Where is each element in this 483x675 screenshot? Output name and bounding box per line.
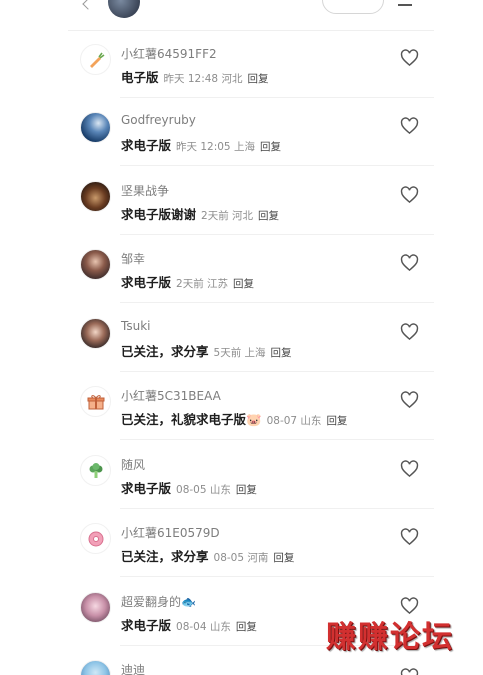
reply-link[interactable]: 回复 [247,71,268,86]
like-heart-icon[interactable] [400,391,419,409]
reply-link[interactable]: 回复 [260,139,281,154]
comment-text: 求电子版 [121,138,172,153]
like-heart-icon[interactable] [400,668,419,675]
comment-meta: 08-04 山东 [176,621,231,633]
comment-text: 求电子版 [121,481,172,496]
menu-icon[interactable] [398,4,412,6]
row-divider [120,576,434,577]
row-divider [120,302,434,303]
row-divider [120,165,434,166]
person-photo-avatar[interactable] [80,249,111,280]
cat-photo-avatar[interactable] [80,181,111,212]
comment-username[interactable]: 小红薯61E0579D [121,524,220,541]
reply-link[interactable]: 回复 [271,345,292,360]
comment-row: 邹幸 求电子版 2天前 江苏 回复 [0,235,483,303]
like-heart-icon[interactable] [400,323,419,341]
comment-meta: 5天前 上海 [213,347,266,359]
person-photo-avatar[interactable] [80,318,111,349]
comment-username[interactable]: 迪迪 [121,661,145,675]
reply-link[interactable]: 回复 [233,276,254,291]
comment-meta: 2天前 江苏 [176,278,229,290]
like-heart-icon[interactable] [400,186,419,204]
comment-text: 求电子版 [121,275,172,290]
comment-row: 坚果战争 求电子版谢谢 2天前 河北 回复 [0,167,483,235]
like-heart-icon[interactable] [400,254,419,272]
comment-username[interactable]: Godfreyruby [121,113,196,127]
comment-username[interactable]: 邹幸 [121,250,145,267]
comment-meta: 昨天 12:48 河北 [163,73,243,85]
comment-username[interactable]: 超爱翻身的🐟 [121,593,196,610]
back-icon[interactable] [82,0,94,10]
comment-text: 求电子版 [121,618,172,633]
top-partial-header [0,0,483,28]
comment-text: 求电子版谢谢 [121,207,197,222]
reply-link[interactable]: 回复 [236,482,257,497]
comment-username[interactable]: 随风 [121,456,145,473]
comment-row: 小红薯5C31BEAA 已关注，礼貌求电子版🐷 08-07 山东 回复 [0,372,483,440]
comment-username[interactable]: 小红薯64591FF2 [121,45,217,62]
comment-meta: 08-05 河南 [213,552,269,564]
reply-link[interactable]: 回复 [236,619,257,634]
like-heart-icon[interactable] [400,460,419,478]
follow-button[interactable] [322,0,384,14]
reply-link[interactable]: 回复 [258,208,279,223]
comment-row: Tsuki 已关注，求分享 5天前 上海 回复 [0,304,483,372]
like-heart-icon[interactable] [400,528,419,546]
comment-row: 小红薯64591FF2 电子版 昨天 12:48 河北 回复 [0,30,483,98]
comment-text: 已关注，礼貌求电子版🐷 [121,412,262,427]
cartoon-avatar[interactable] [80,660,111,675]
person-photo-avatar[interactable] [80,592,111,623]
comment-row: 随风 求电子版 08-05 山东 回复 [0,441,483,509]
comment-row: 小红薯61E0579D 已关注，求分享 08-05 河南 回复 [0,509,483,577]
carrot-icon[interactable] [80,44,111,75]
comment-row: Godfreyruby 求电子版 昨天 12:05 上海 回复 [0,98,483,166]
forum-watermark: 赚赚论坛 [326,620,454,655]
reply-link[interactable]: 回复 [273,550,294,565]
author-avatar[interactable] [108,0,140,18]
like-heart-icon[interactable] [400,117,419,135]
comment-meta: 08-05 山东 [176,484,231,496]
row-divider [120,439,434,440]
comment-text: 已关注，求分享 [121,344,209,359]
donut-icon[interactable] [80,523,111,554]
comment-username[interactable]: Tsuki [121,319,150,333]
comment-text: 已关注，求分享 [121,549,209,564]
comment-username[interactable]: 坚果战争 [121,182,169,199]
like-heart-icon[interactable] [400,49,419,67]
reply-link[interactable]: 回复 [326,413,347,428]
comment-text: 电子版 [121,70,159,85]
comment-username[interactable]: 小红薯5C31BEAA [121,387,221,404]
broccoli-icon[interactable] [80,455,111,486]
gift-icon[interactable] [80,386,111,417]
ocean-photo-avatar[interactable] [80,112,111,143]
comment-meta: 08-07 山东 [266,415,322,427]
comment-meta: 昨天 12:05 上海 [176,141,255,153]
comment-meta: 2天前 河北 [201,210,254,222]
